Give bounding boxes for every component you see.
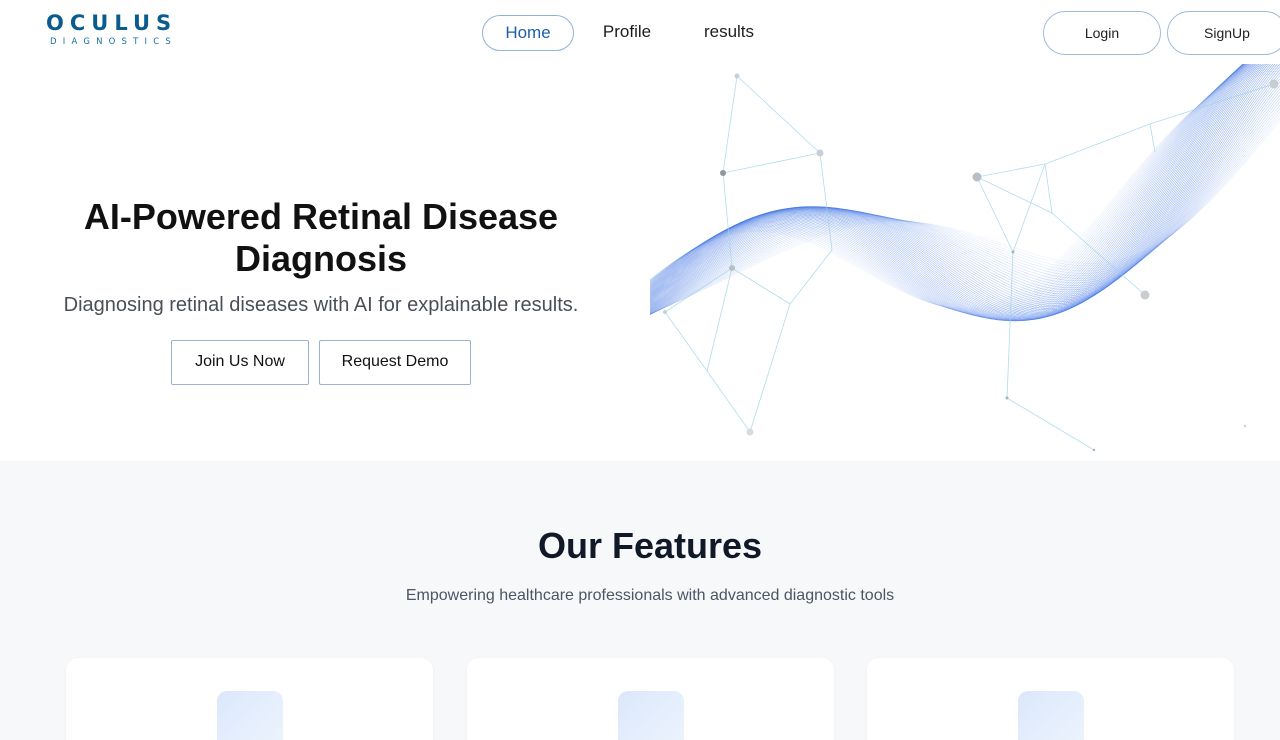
wave-line — [650, 64, 1267, 313]
wave-line — [650, 65, 1280, 312]
logo-sub-text: DIAGNOSTICS — [50, 37, 177, 47]
request-demo-button[interactable]: Request Demo — [319, 340, 471, 385]
logo-main-text: OCULUS — [46, 11, 178, 35]
wave-line — [650, 64, 1276, 310]
wave-line — [650, 64, 1269, 312]
wave-line — [650, 64, 1265, 315]
nav-results[interactable]: results — [694, 15, 764, 51]
nav-profile[interactable]: Profile — [592, 15, 662, 51]
logo[interactable]: OCULUS DIAGNOSTICS — [46, 11, 177, 47]
wave-line — [650, 64, 1252, 321]
login-button[interactable]: Login — [1043, 11, 1161, 55]
hero-title-line-1: AI-Powered Retinal Disease — [83, 196, 559, 237]
feature-card[interactable] — [66, 658, 433, 740]
wave-line — [650, 64, 1254, 320]
wave-line — [650, 64, 1252, 315]
wave-line — [650, 64, 1245, 319]
feature-card[interactable] — [867, 658, 1234, 740]
join-us-button[interactable]: Join Us Now — [171, 340, 309, 385]
wave-line — [650, 64, 1261, 313]
hero-title-line-2: Diagnosis — [234, 238, 408, 279]
wave-line — [650, 73, 1280, 309]
feature-card[interactable] — [467, 658, 834, 740]
wave-lines — [650, 64, 1280, 322]
signup-button[interactable]: SignUp — [1167, 11, 1280, 55]
wave-line — [650, 64, 1274, 309]
features-section: Our Features Empowering healthcare profe… — [0, 461, 1280, 740]
feature-icon — [618, 691, 684, 740]
features-subtitle: Empowering healthcare professionals with… — [405, 587, 895, 604]
feature-icon — [217, 691, 283, 740]
wave-line — [650, 75, 1280, 313]
wave-line — [650, 64, 1258, 318]
wave-line — [650, 64, 1245, 318]
hero-subtitle: Diagnosing retinal diseases with AI for … — [63, 294, 579, 316]
wave-line — [650, 64, 1244, 320]
feature-icon — [1018, 691, 1084, 740]
wave-line — [650, 64, 1264, 316]
features-title: Our Features — [537, 525, 763, 566]
wave-line — [650, 66, 1280, 312]
hero-text-block: AI-Powered Retinal Disease Diagnosis Dia… — [0, 196, 642, 317]
hero-title: AI-Powered Retinal Disease Diagnosis — [0, 196, 642, 280]
header: OCULUS DIAGNOSTICS Home Profile results … — [0, 0, 1280, 70]
hero-wave-illustration — [650, 64, 1280, 452]
nav-home[interactable]: Home — [482, 15, 574, 51]
wave-line — [650, 64, 1244, 321]
page: OCULUS DIAGNOSTICS Home Profile results … — [0, 0, 1280, 740]
wave-line — [650, 64, 1257, 319]
